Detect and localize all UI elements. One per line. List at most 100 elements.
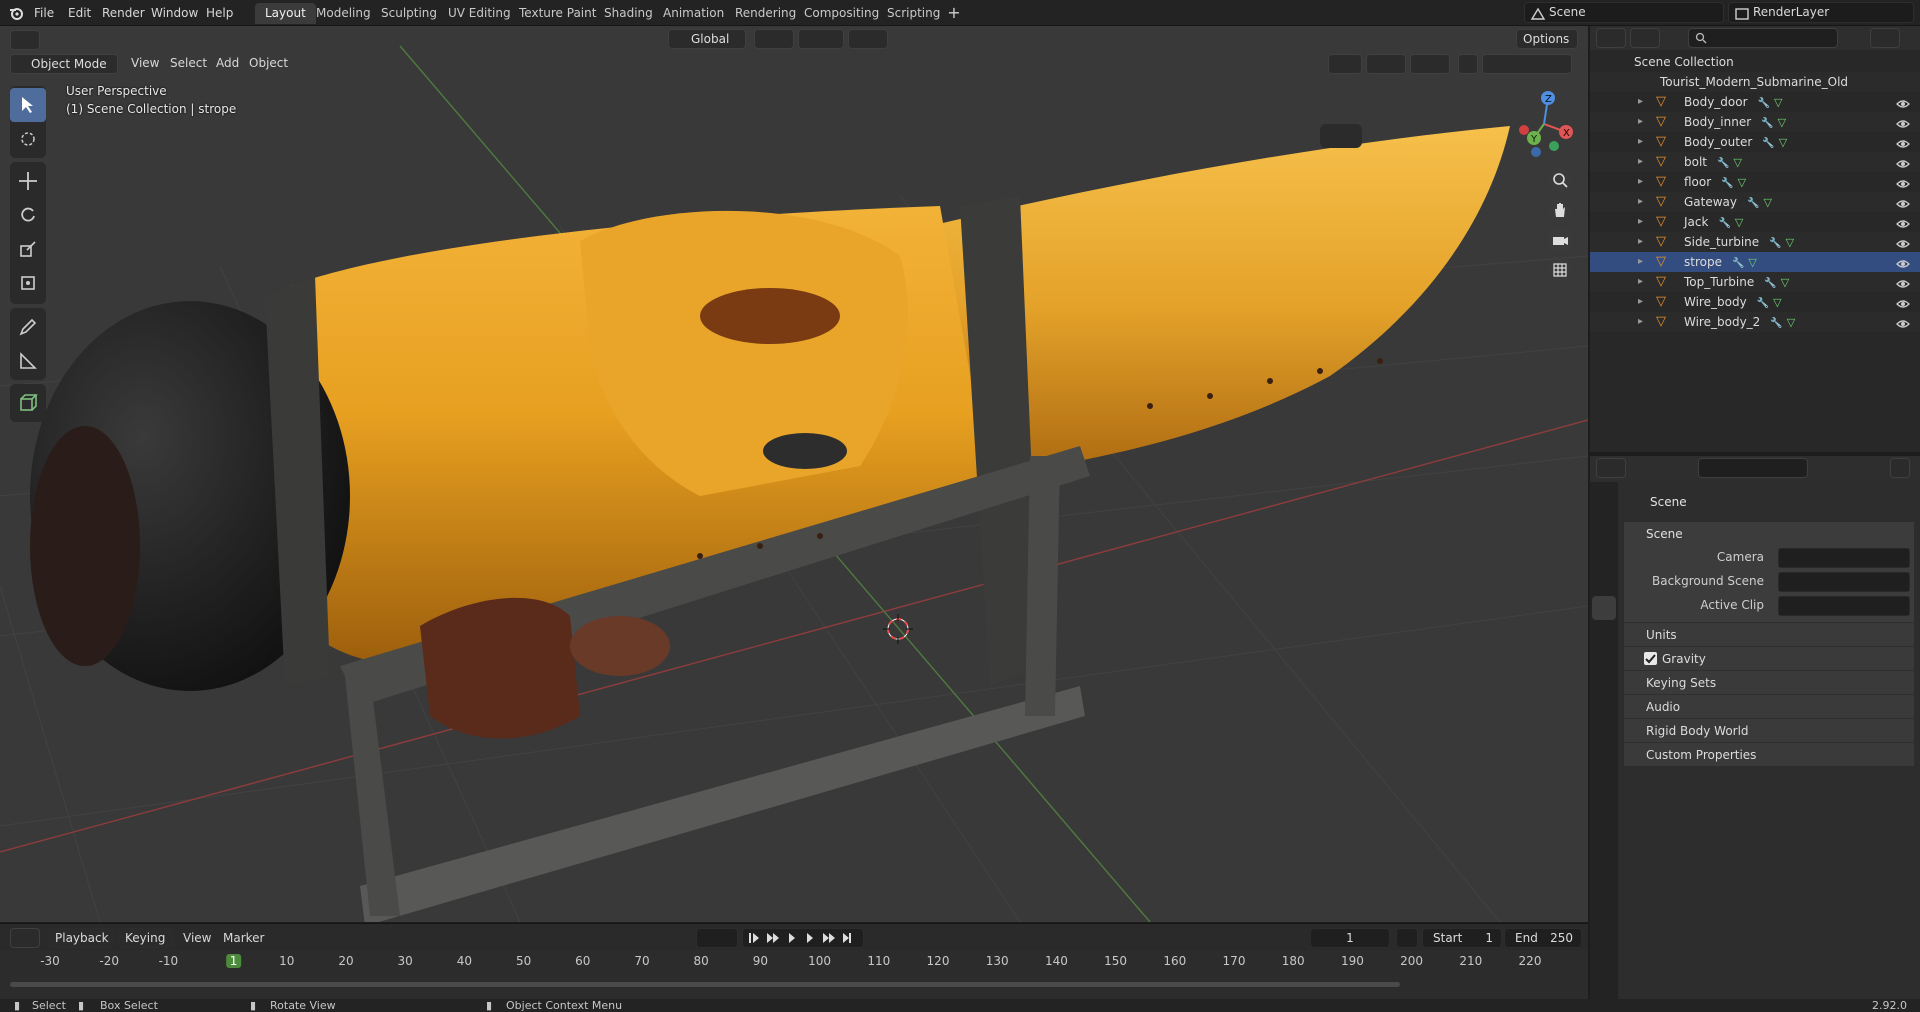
tab-texture[interactable] xyxy=(1592,860,1616,884)
expand-arrow-icon[interactable]: ▸ xyxy=(1638,232,1643,252)
outliner-object-row[interactable]: ▸ ▽ Top_Turbine 🔧 ▽ xyxy=(1590,272,1920,292)
timeline-view-menu[interactable]: View xyxy=(183,931,211,945)
menu-view[interactable]: View xyxy=(131,56,159,70)
visibility-eye-icon[interactable] xyxy=(1896,96,1910,108)
mesh-data-icon[interactable]: ▽ xyxy=(1778,116,1786,129)
outliner-search-input[interactable] xyxy=(1688,28,1838,48)
mesh-data-icon[interactable]: ▽ xyxy=(1748,256,1756,269)
camera-view-button[interactable] xyxy=(1548,228,1572,252)
tab-sculpting[interactable]: Sculpting xyxy=(371,3,447,24)
tab-view-layer[interactable] xyxy=(1592,568,1616,592)
mesh-data-icon[interactable]: ▽ xyxy=(1738,176,1746,189)
expand-arrow-icon[interactable]: ▸ xyxy=(1638,272,1643,292)
visibility-eye-icon[interactable] xyxy=(1896,196,1910,208)
tab-compositing[interactable]: Compositing xyxy=(794,3,889,24)
mesh-data-icon[interactable]: ▽ xyxy=(1735,216,1743,229)
rotate-tool[interactable] xyxy=(10,198,46,232)
ortho-toggle-button[interactable] xyxy=(1548,258,1572,282)
tab-constraints[interactable] xyxy=(1592,770,1616,794)
outliner-object-row[interactable]: ▸ ▽ Body_inner 🔧 ▽ xyxy=(1590,112,1920,132)
pivot-point-button[interactable] xyxy=(754,29,794,49)
outliner-editor-type[interactable] xyxy=(1596,28,1626,48)
outliner-collection[interactable]: Tourist_Modern_Submarine_Old xyxy=(1590,72,1920,92)
menu-window[interactable]: Window xyxy=(151,4,198,22)
outliner-object-row[interactable]: ▸ ▽ floor 🔧 ▽ xyxy=(1590,172,1920,192)
mesh-data-icon[interactable]: ▽ xyxy=(1763,196,1771,209)
modifier-icon[interactable]: 🔧 xyxy=(1770,318,1782,329)
view-layer-selector[interactable]: RenderLayer xyxy=(1728,2,1914,23)
navigation-gizmo[interactable]: X Y Z xyxy=(1510,88,1580,158)
move-tool[interactable] xyxy=(10,164,46,198)
expand-arrow-icon[interactable]: ▸ xyxy=(1638,312,1643,332)
outliner-object-row[interactable]: ▸ ▽ Side_turbine 🔧 ▽ xyxy=(1590,232,1920,252)
modifier-icon[interactable]: 🔧 xyxy=(1761,118,1773,129)
start-frame-field[interactable]: Start 1 xyxy=(1422,928,1502,948)
auto-keying-button[interactable] xyxy=(696,928,738,948)
mode-selector[interactable]: Object Mode xyxy=(10,54,118,74)
properties-editor-type[interactable] xyxy=(1596,458,1626,478)
blender-logo-icon[interactable] xyxy=(8,5,24,21)
expand-arrow-icon[interactable]: ▸ xyxy=(1638,132,1643,152)
expand-arrow-icon[interactable]: ▸ xyxy=(1638,252,1643,272)
modifier-icon[interactable]: 🔧 xyxy=(1717,158,1729,169)
timeline-editor-type[interactable] xyxy=(10,928,40,948)
tab-object[interactable] xyxy=(1592,658,1616,682)
units-panel[interactable]: Units xyxy=(1624,622,1914,646)
tab-particles[interactable] xyxy=(1592,714,1616,738)
overlays-toggle-button[interactable] xyxy=(1410,54,1450,74)
modifier-icon[interactable]: 🔧 xyxy=(1747,198,1759,209)
menu-select[interactable]: Select xyxy=(170,56,207,70)
tab-output[interactable] xyxy=(1592,540,1616,564)
menu-object[interactable]: Object xyxy=(249,56,288,70)
outliner-object-row[interactable]: ▸ ▽ strope 🔧 ▽ xyxy=(1590,252,1920,272)
visibility-eye-icon[interactable] xyxy=(1896,276,1910,288)
modifier-icon[interactable]: 🔧 xyxy=(1764,278,1776,289)
rigid-body-world-panel[interactable]: Rigid Body World xyxy=(1624,718,1914,742)
outliner-object-row[interactable]: ▸ ▽ Wire_body 🔧 ▽ xyxy=(1590,292,1920,312)
annotate-tool[interactable] xyxy=(10,310,46,344)
timeline-marker-menu[interactable]: Marker xyxy=(223,931,264,945)
scale-tool[interactable] xyxy=(10,232,46,266)
current-frame-field[interactable]: 1 xyxy=(1310,928,1390,948)
modifier-icon[interactable]: 🔧 xyxy=(1758,98,1770,109)
tab-physics[interactable] xyxy=(1592,742,1616,766)
modifier-icon[interactable]: 🔧 xyxy=(1762,138,1774,149)
mesh-data-icon[interactable]: ▽ xyxy=(1781,276,1789,289)
gravity-panel[interactable]: Gravity xyxy=(1624,646,1914,670)
xray-toggle-button[interactable] xyxy=(1458,54,1478,74)
modifier-icon[interactable]: 🔧 xyxy=(1718,218,1730,229)
keying-menu[interactable]: Keying xyxy=(118,928,174,948)
tab-tool[interactable] xyxy=(1592,484,1616,508)
menu-add[interactable]: Add xyxy=(216,56,239,70)
tab-texture-paint[interactable]: Texture Paint xyxy=(509,3,606,24)
options-button[interactable]: Options xyxy=(1516,29,1578,49)
outliner-object-row[interactable]: ▸ ▽ Gateway 🔧 ▽ xyxy=(1590,192,1920,212)
properties-options-button[interactable] xyxy=(1890,458,1910,478)
add-workspace-button[interactable]: + xyxy=(944,3,964,23)
tab-data[interactable] xyxy=(1592,798,1616,822)
shading-mode-buttons[interactable] xyxy=(1482,54,1572,74)
visibility-eye-icon[interactable] xyxy=(1896,136,1910,148)
gravity-checkbox[interactable] xyxy=(1644,652,1657,665)
background-scene-field[interactable] xyxy=(1778,572,1910,592)
timeline-ruler[interactable]: -30 -20 -10 1 10 20 30 40 50 60 70 80 90 100 110 120 130… xyxy=(0,950,1588,1000)
visibility-button[interactable] xyxy=(1328,54,1362,74)
camera-field[interactable] xyxy=(1778,548,1910,568)
audio-panel[interactable]: Audio xyxy=(1624,694,1914,718)
timeline-scrollbar[interactable] xyxy=(10,982,1400,987)
tab-scripting[interactable]: Scripting xyxy=(877,3,950,24)
modifier-icon[interactable]: 🔧 xyxy=(1769,238,1781,249)
add-cube-tool[interactable] xyxy=(10,386,46,420)
visibility-eye-icon[interactable] xyxy=(1896,156,1910,168)
mesh-data-icon[interactable]: ▽ xyxy=(1773,296,1781,309)
tab-material[interactable] xyxy=(1592,826,1616,850)
transform-tool[interactable] xyxy=(10,266,46,300)
expand-arrow-icon[interactable]: ▸ xyxy=(1638,292,1643,312)
outliner-scene-collection[interactable]: Scene Collection xyxy=(1590,52,1920,72)
mesh-data-icon[interactable]: ▽ xyxy=(1733,156,1741,169)
mesh-data-icon[interactable]: ▽ xyxy=(1787,316,1795,329)
select-box-tool[interactable] xyxy=(10,88,46,122)
frame-range-toggle[interactable] xyxy=(1396,928,1418,948)
outliner-object-row[interactable]: ▸ ▽ Jack 🔧 ▽ xyxy=(1590,212,1920,232)
editor-type-button[interactable] xyxy=(10,30,40,50)
